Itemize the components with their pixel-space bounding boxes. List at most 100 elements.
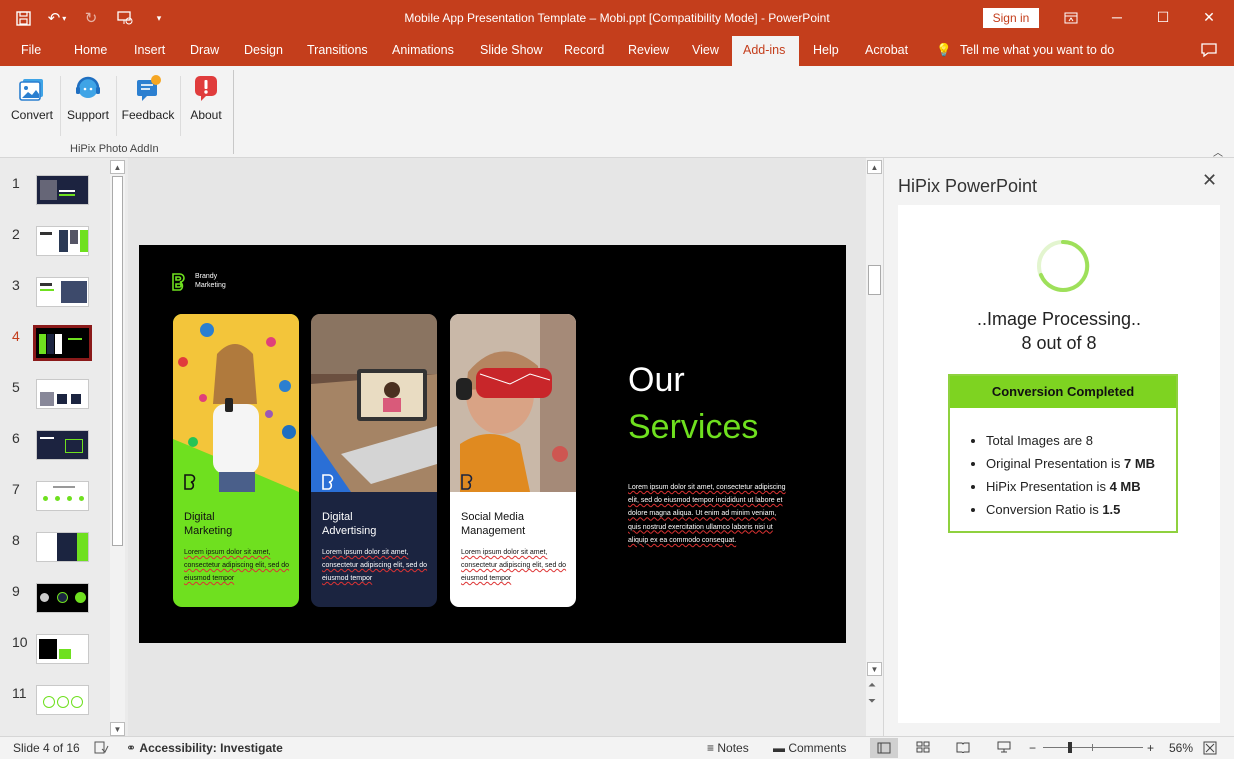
- slide-thumbnail[interactable]: [36, 379, 89, 409]
- card-body-text: Lorem ipsum dolor sit amet, consectetur …: [184, 549, 290, 582]
- thumbnail-scrollbar[interactable]: ▲ ▼: [110, 160, 125, 736]
- video-call-laptop-photo: [311, 314, 437, 492]
- close-pane-icon[interactable]: ✕: [1202, 170, 1217, 191]
- support-button[interactable]: Support: [64, 72, 112, 132]
- slide-thumbnail-item[interactable]: 5: [0, 379, 110, 419]
- ribbon-divider: [116, 76, 117, 136]
- zoom-level[interactable]: 56%: [1169, 741, 1193, 755]
- card-title: Digital Advertising: [322, 510, 376, 538]
- tell-me-search[interactable]: 💡 Tell me what you want to do: [936, 36, 1114, 66]
- slide-thumbnail-item[interactable]: 1: [0, 175, 110, 215]
- service-card-social-media[interactable]: Social Media Management Lorem ipsum dolor…: [450, 314, 576, 607]
- slide-scrollbar[interactable]: ▲ ▼ ⏶ ⏷: [866, 158, 883, 736]
- slide-thumbnail-item[interactable]: 8: [0, 532, 110, 572]
- minimize-icon[interactable]: ─: [1094, 4, 1140, 32]
- scrollbar-thumb[interactable]: [112, 176, 123, 546]
- slide-thumbnail[interactable]: [36, 532, 89, 562]
- card-title-line1: Digital: [184, 511, 215, 523]
- ribbon-body: Convert Support Feedback About HiPix Pho…: [0, 66, 1234, 159]
- tell-me-label: Tell me what you want to do: [960, 43, 1115, 57]
- previous-slide-icon[interactable]: ⏶: [868, 680, 876, 691]
- loading-spinner-icon: [1037, 239, 1090, 292]
- zoom-slider-handle[interactable]: [1068, 742, 1072, 753]
- scroll-down-icon[interactable]: ▼: [110, 722, 125, 736]
- tab-review[interactable]: Review: [617, 36, 680, 66]
- accessibility-status[interactable]: ⚭ Accessibility: Investigate: [126, 741, 283, 755]
- maximize-icon[interactable]: ☐: [1140, 4, 1186, 32]
- slide-thumbnail[interactable]: [36, 277, 89, 307]
- slide-thumbnail[interactable]: [36, 175, 89, 205]
- about-icon: [195, 76, 217, 101]
- scroll-up-icon[interactable]: ▲: [867, 160, 882, 174]
- slide-thumbnail-item[interactable]: 3: [0, 277, 110, 317]
- feedback-label: Feedback: [121, 108, 175, 122]
- slide-thumbnail-item[interactable]: 6: [0, 430, 110, 470]
- result-item-total-images: Total Images are 8: [986, 429, 1155, 452]
- slide-number: 9: [12, 583, 20, 599]
- sign-in-button[interactable]: Sign in: [983, 8, 1039, 28]
- comment-share-icon[interactable]: [1200, 42, 1220, 60]
- service-card-digital-advertising[interactable]: Digital Advertising Lorem ipsum dolor sit…: [311, 314, 437, 607]
- zoom-out-icon[interactable]: −: [1029, 741, 1036, 755]
- close-window-icon[interactable]: ✕: [1186, 4, 1232, 32]
- tab-help[interactable]: Help: [802, 36, 850, 66]
- slide-thumbnail-item[interactable]: 2: [0, 226, 110, 266]
- scrollbar-thumb[interactable]: [868, 265, 881, 295]
- scroll-down-icon[interactable]: ▼: [867, 662, 882, 676]
- tab-view[interactable]: View: [681, 36, 730, 66]
- service-card-digital-marketing[interactable]: Digital Marketing Lorem ipsum dolor sit a…: [173, 314, 299, 607]
- ribbon-group-separator: [233, 70, 234, 154]
- tab-acrobat[interactable]: Acrobat: [854, 36, 919, 66]
- slide-thumbnail-item[interactable]: 4: [0, 325, 110, 368]
- slide-thumbnail-item[interactable]: 7: [0, 481, 110, 521]
- about-button[interactable]: About: [184, 72, 228, 132]
- slide-thumbnail-selected[interactable]: [33, 325, 92, 361]
- zoom-slider[interactable]: [1043, 742, 1143, 753]
- normal-view-icon[interactable]: [870, 738, 898, 758]
- slide-thumbnail-item[interactable]: 10: [0, 634, 110, 674]
- fit-to-window-icon[interactable]: [1203, 741, 1217, 758]
- tab-transitions[interactable]: Transitions: [296, 36, 379, 66]
- slide-show-view-icon[interactable]: [996, 741, 1012, 756]
- slide-thumbnail-item[interactable]: 9: [0, 583, 110, 623]
- collapse-ribbon-icon[interactable]: ︿: [1213, 144, 1223, 159]
- convert-button[interactable]: Convert: [8, 72, 56, 132]
- zoom-in-icon[interactable]: +: [1147, 741, 1154, 755]
- result-item-text: Total Images are 8: [986, 433, 1093, 448]
- slide-thumbnail[interactable]: [36, 481, 89, 511]
- slide-counter[interactable]: Slide 4 of 16: [13, 741, 80, 755]
- slide-thumbnail[interactable]: [36, 430, 89, 460]
- lightbulb-icon: 💡: [936, 43, 952, 57]
- feedback-button[interactable]: Feedback: [120, 72, 176, 132]
- slide-thumbnail-item[interactable]: 11: [0, 685, 110, 725]
- tab-record[interactable]: Record: [553, 36, 615, 66]
- notes-button[interactable]: ≡ Notes: [707, 741, 749, 755]
- tab-animations[interactable]: Animations: [381, 36, 465, 66]
- notes-label: Notes: [717, 741, 749, 755]
- slide-thumbnail[interactable]: [36, 634, 89, 664]
- slide-thumbnail[interactable]: [36, 685, 89, 715]
- tab-insert[interactable]: Insert: [123, 36, 176, 66]
- tab-slide-show[interactable]: Slide Show: [469, 36, 554, 66]
- convert-icon: [19, 79, 43, 101]
- brand-name-line1: Brandy: [195, 273, 218, 280]
- tab-add-ins[interactable]: Add-ins: [732, 36, 799, 66]
- tab-draw[interactable]: Draw: [179, 36, 230, 66]
- ribbon-group-label: HiPix Photo AddIn: [70, 143, 159, 155]
- next-slide-icon[interactable]: ⏷: [868, 696, 876, 707]
- slide-thumbnail[interactable]: [36, 583, 89, 613]
- ribbon-display-options-icon[interactable]: [1048, 4, 1094, 32]
- spelling-check-icon[interactable]: [94, 741, 109, 757]
- slide-canvas[interactable]: Brandy Marketing Digital Marketing Lorem …: [139, 245, 846, 643]
- slide-sorter-view-icon[interactable]: [916, 741, 930, 756]
- reading-view-icon[interactable]: [956, 741, 970, 756]
- tab-home[interactable]: Home: [63, 36, 118, 66]
- card-title-line1: Digital: [322, 511, 353, 523]
- card-title: Digital Marketing: [184, 510, 232, 538]
- comments-button[interactable]: ▬ Comments: [773, 741, 846, 755]
- pane-title: HiPix PowerPoint: [898, 176, 1038, 196]
- tab-design[interactable]: Design: [233, 36, 294, 66]
- tab-file[interactable]: File: [10, 36, 52, 66]
- slide-thumbnail[interactable]: [36, 226, 89, 256]
- scroll-up-icon[interactable]: ▲: [110, 160, 125, 174]
